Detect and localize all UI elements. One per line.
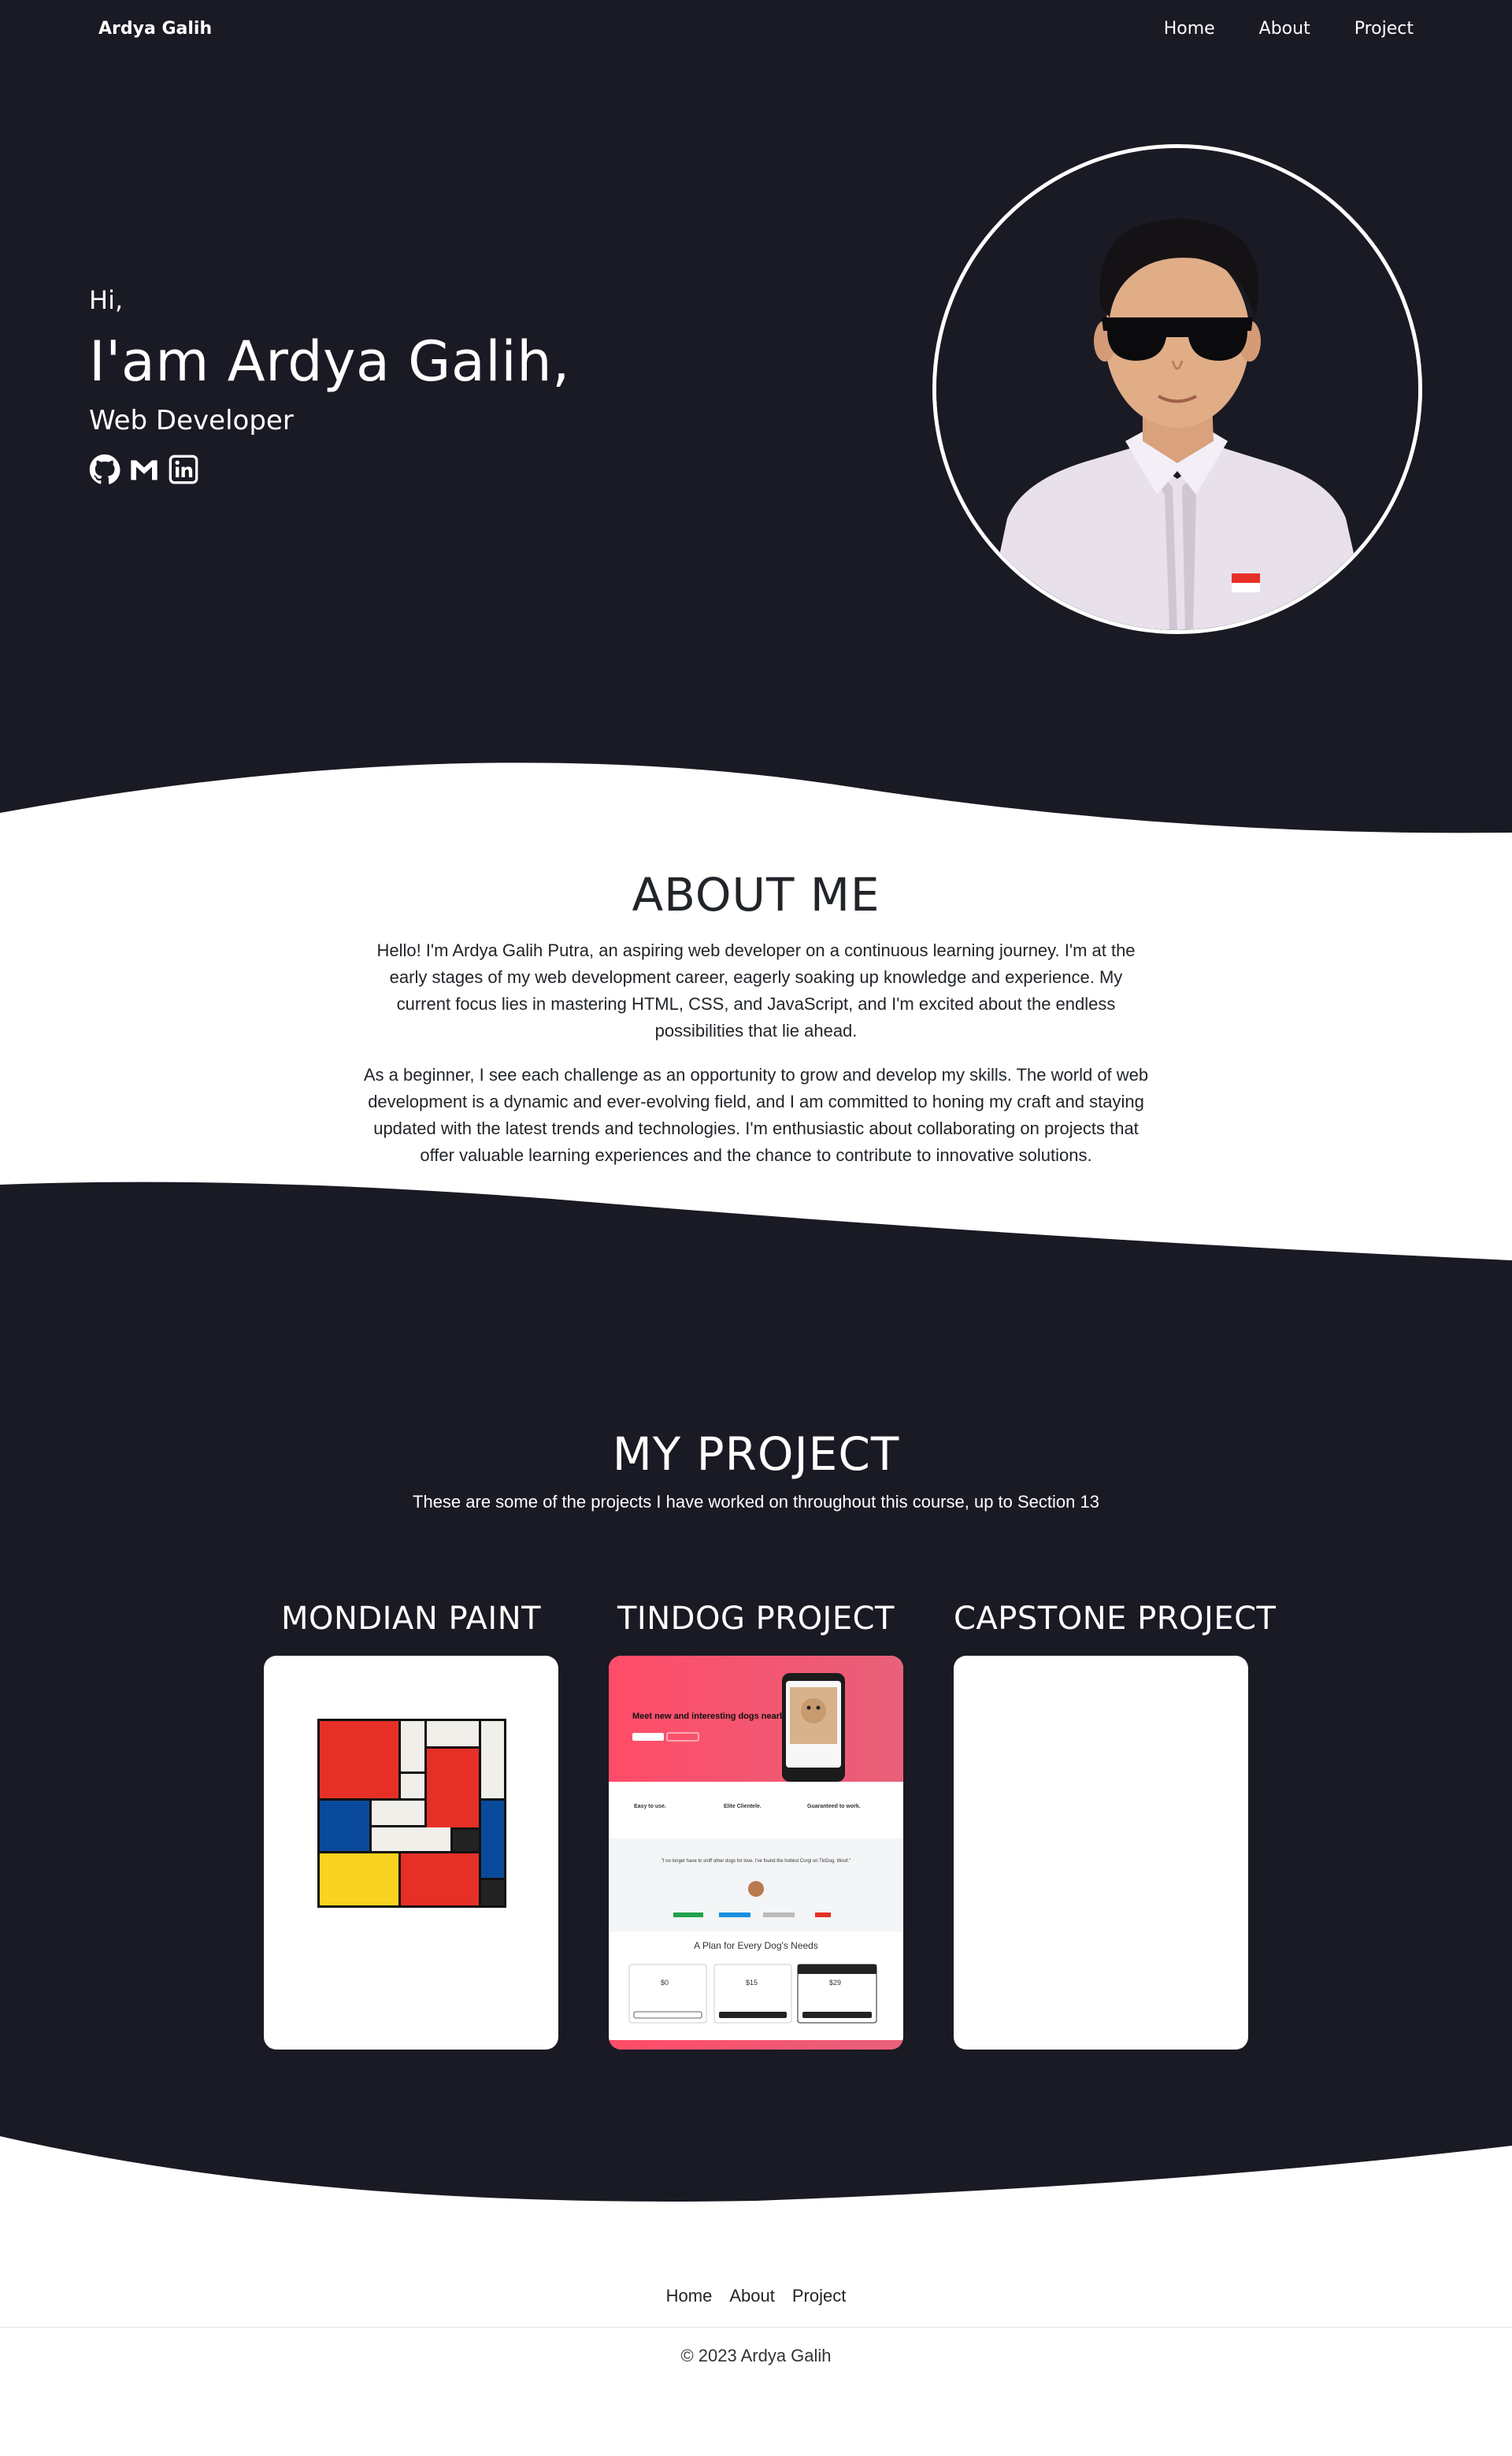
hero-role: Web Developer [89,405,294,436]
project-cards: MONDIAN PAINT TINDOG PROJECT Meet new an… [264,1601,1277,2050]
hero-section: Hi, I'am Ardya Galih, Web Developer [0,0,1512,837]
profile-photo [932,144,1422,634]
nav-link-home[interactable]: Home [1164,19,1215,39]
tindog-plans-title: A Plan for Every Dog's Needs [694,1940,818,1951]
project-card-capstone: CAPSTONE PROJECT [954,1601,1277,2050]
github-icon[interactable] [89,454,120,485]
tindog-feature-2: Elite Clientele. [724,1804,762,1809]
project-title: TINDOG PROJECT [617,1601,895,1637]
footer-link-project[interactable]: Project [792,2286,846,2306]
tindog-testimonial: "I no longer have to sniff other dogs fo… [662,1859,851,1864]
projects-title: MY PROJECT [612,1427,900,1481]
projects-wave-divider [0,2136,1512,2224]
project-card-mondrian: MONDIAN PAINT [264,1601,558,2050]
project-thumbnail-capstone[interactable] [954,1656,1248,2050]
tindog-feature-1: Easy to use. [634,1804,666,1809]
project-card-tindog: TINDOG PROJECT Meet new and interesting … [609,1601,903,2050]
footer-divider [0,2327,1512,2328]
project-thumbnail-tindog[interactable]: Meet new and interesting dogs nearby. Ea… [609,1656,903,2050]
brand-link[interactable]: Ardya Galih [98,19,212,39]
hero-text: Hi, I'am Ardya Galih, Web Developer [89,285,570,485]
tindog-headline: Meet new and interesting dogs nearby. [632,1712,791,1721]
copyright-text: © 2023 Ardya Galih [680,2346,832,2365]
nav-link-about[interactable]: About [1259,19,1310,39]
footer-link-home[interactable]: Home [666,2286,713,2306]
about-paragraph-1: Hello! I'm Ardya Galih Putra, an aspirin… [376,940,1136,1041]
about-paragraph-2: As a beginner, I see each challenge as a… [363,1065,1149,1165]
footer: Home About Project © 2023 Ardya Galih [0,2223,1512,2456]
footer-link-about[interactable]: About [729,2286,775,2306]
social-links [89,454,570,485]
tindog-price-3: $29 [829,1979,841,1987]
about-section: ABOUT ME Hello! I'm Ardya Galih Putra, a… [0,835,1512,1262]
hero-wave-divider [0,762,1512,837]
linkedin-icon[interactable] [168,454,199,485]
about-wave-divider [0,1182,1512,1262]
tindog-price-1: $0 [661,1979,669,1987]
tindog-price-2: $15 [746,1979,758,1987]
projects-subtitle: These are some of the projects I have wo… [413,1492,1099,1512]
project-title: MONDIAN PAINT [280,1601,542,1637]
hero-name: I'am Ardya Galih, [89,329,570,394]
projects-section: MY PROJECT These are some of the project… [0,1260,1512,2224]
navbar: Ardya Galih Home About Project [0,0,1512,61]
nav-link-project[interactable]: Project [1354,19,1414,39]
tindog-screenshot-image: Meet new and interesting dogs nearby. Ea… [609,1656,903,2050]
hero-greeting: Hi, [89,285,124,315]
project-title: CAPSTONE PROJECT [954,1601,1277,1637]
mondrian-painting-image [317,1719,506,1908]
project-thumbnail-mondrian[interactable] [264,1656,558,2050]
nav-links: Home About Project [1120,19,1414,39]
gmail-icon[interactable] [128,454,160,485]
footer-nav: Home About Project [0,2286,1512,2306]
about-title: ABOUT ME [632,868,880,922]
tindog-feature-3: Guaranteed to work. [807,1804,861,1809]
